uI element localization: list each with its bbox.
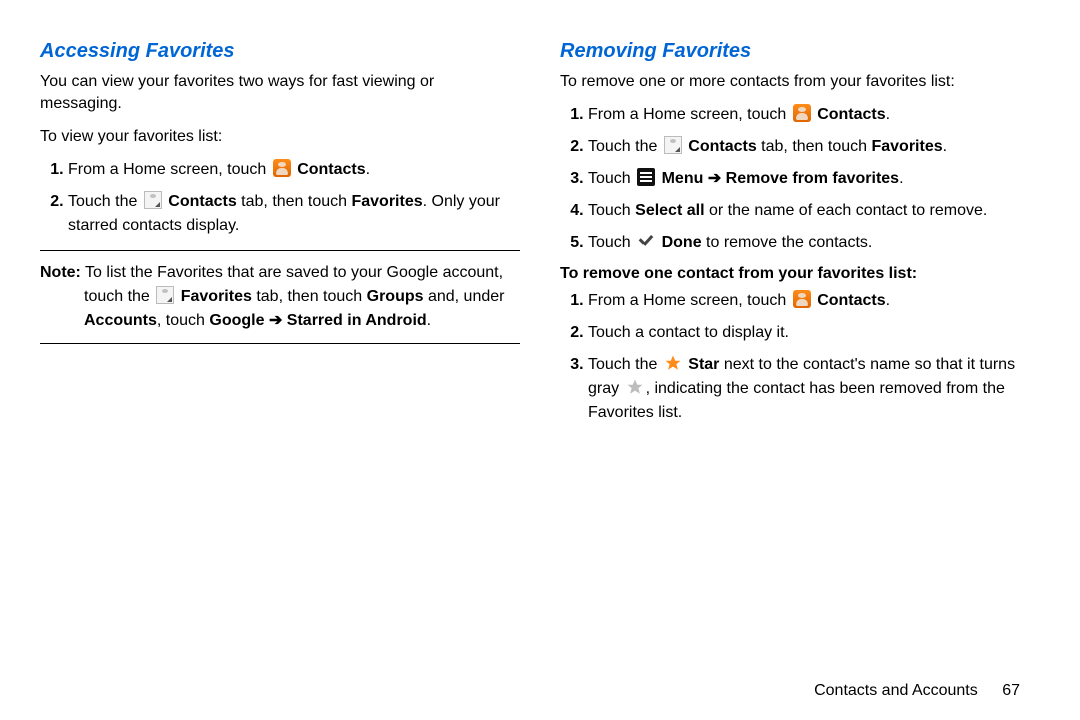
removing-a-step-5: Touch Done to remove the contacts. bbox=[588, 231, 1040, 255]
text: to remove the contacts. bbox=[702, 234, 873, 251]
text: or the name of each contact to remove. bbox=[705, 202, 988, 219]
heading-accessing-favorites: Accessing Favorites bbox=[40, 40, 520, 63]
removing-a-step-3: Touch Menu ➔ Remove from favorites. bbox=[588, 167, 1040, 191]
removing-b-step-2: Touch a contact to display it. bbox=[588, 321, 1040, 345]
text: , indicating the contact has been remove… bbox=[588, 380, 1005, 421]
contacts-tab-icon bbox=[144, 191, 162, 209]
page-footer: Contacts and Accounts 67 bbox=[814, 682, 1020, 700]
left-column: Accessing Favorites You can view your fa… bbox=[40, 40, 520, 435]
groups-label: Groups bbox=[367, 288, 424, 305]
text: Touch the bbox=[588, 138, 662, 155]
contacts-label: Contacts bbox=[817, 106, 885, 123]
page-body: Accessing Favorites You can view your fa… bbox=[0, 0, 1080, 435]
text: . bbox=[886, 106, 890, 123]
remove-one-subhead: To remove one contact from your favorite… bbox=[560, 265, 1040, 283]
remove-favorites-label: Remove from favorites bbox=[726, 170, 899, 187]
note-block: Note: To list the Favorites that are sav… bbox=[40, 250, 520, 344]
done-label: Done bbox=[662, 234, 702, 251]
removing-b-step-1: From a Home screen, touch Contacts. bbox=[588, 289, 1040, 313]
removing-a-step-1: From a Home screen, touch Contacts. bbox=[588, 103, 1040, 127]
starred-label: Starred in Android bbox=[287, 312, 427, 329]
accessing-lead: To view your favorites list: bbox=[40, 126, 520, 148]
removing-intro: To remove one or more contacts from your… bbox=[560, 71, 1040, 93]
text: From a Home screen, touch bbox=[588, 106, 791, 123]
star-orange-icon bbox=[664, 354, 682, 372]
star-label: Star bbox=[688, 356, 719, 373]
contacts-label: Contacts bbox=[297, 161, 365, 178]
text: From a Home screen, touch bbox=[68, 161, 271, 178]
text: Touch the bbox=[68, 193, 142, 210]
text: . bbox=[427, 312, 431, 329]
menu-icon bbox=[637, 168, 655, 186]
accessing-step-1: From a Home screen, touch Contacts. bbox=[68, 158, 520, 182]
arrow-icon: ➔ bbox=[265, 312, 287, 329]
favorites-label: Favorites bbox=[181, 288, 252, 305]
contacts-tab-label: Contacts bbox=[168, 193, 236, 210]
removing-steps-a: From a Home screen, touch Contacts. Touc… bbox=[560, 103, 1040, 255]
contacts-icon bbox=[273, 159, 291, 177]
removing-a-step-2: Touch the Contacts tab, then touch Favor… bbox=[588, 135, 1040, 159]
accessing-steps: From a Home screen, touch Contacts. Touc… bbox=[40, 158, 520, 238]
removing-steps-b: From a Home screen, touch Contacts. Touc… bbox=[560, 289, 1040, 425]
text: . bbox=[886, 292, 890, 309]
text: tab, then touch bbox=[757, 138, 872, 155]
text: tab, then touch bbox=[252, 288, 367, 305]
text: . bbox=[943, 138, 947, 155]
favorites-label: Favorites bbox=[871, 138, 942, 155]
contacts-icon bbox=[793, 104, 811, 122]
menu-label: Menu bbox=[662, 170, 704, 187]
contacts-label: Contacts bbox=[817, 292, 885, 309]
note-label: Note: bbox=[40, 264, 81, 281]
text: tab, then touch bbox=[237, 193, 352, 210]
text: . bbox=[366, 161, 370, 178]
text: and, under bbox=[424, 288, 505, 305]
check-icon bbox=[637, 232, 655, 250]
heading-removing-favorites: Removing Favorites bbox=[560, 40, 1040, 63]
text: . bbox=[899, 170, 903, 187]
footer-section: Contacts and Accounts bbox=[814, 682, 978, 699]
contacts-tab-icon bbox=[664, 136, 682, 154]
favorites-label: Favorites bbox=[351, 193, 422, 210]
favorites-tab-icon bbox=[156, 286, 174, 304]
contacts-tab-label: Contacts bbox=[688, 138, 756, 155]
select-all-label: Select all bbox=[635, 202, 704, 219]
right-column: Removing Favorites To remove one or more… bbox=[560, 40, 1040, 435]
removing-a-step-4: Touch Select all or the name of each con… bbox=[588, 199, 1040, 223]
text: Touch bbox=[588, 170, 635, 187]
star-gray-icon bbox=[626, 378, 644, 396]
contacts-icon bbox=[793, 290, 811, 308]
removing-b-step-3: Touch the Star next to the contact's nam… bbox=[588, 353, 1040, 425]
google-label: Google bbox=[209, 312, 264, 329]
accessing-step-2: Touch the Contacts tab, then touch Favor… bbox=[68, 190, 520, 238]
text: From a Home screen, touch bbox=[588, 292, 791, 309]
accessing-intro: You can view your favorites two ways for… bbox=[40, 71, 520, 116]
footer-page-number: 67 bbox=[1002, 682, 1020, 699]
text: Touch bbox=[588, 202, 635, 219]
text: Touch the bbox=[588, 356, 662, 373]
text: Touch bbox=[588, 234, 635, 251]
accounts-label: Accounts bbox=[84, 312, 157, 329]
arrow-icon: ➔ bbox=[703, 170, 725, 187]
text: , touch bbox=[157, 312, 209, 329]
